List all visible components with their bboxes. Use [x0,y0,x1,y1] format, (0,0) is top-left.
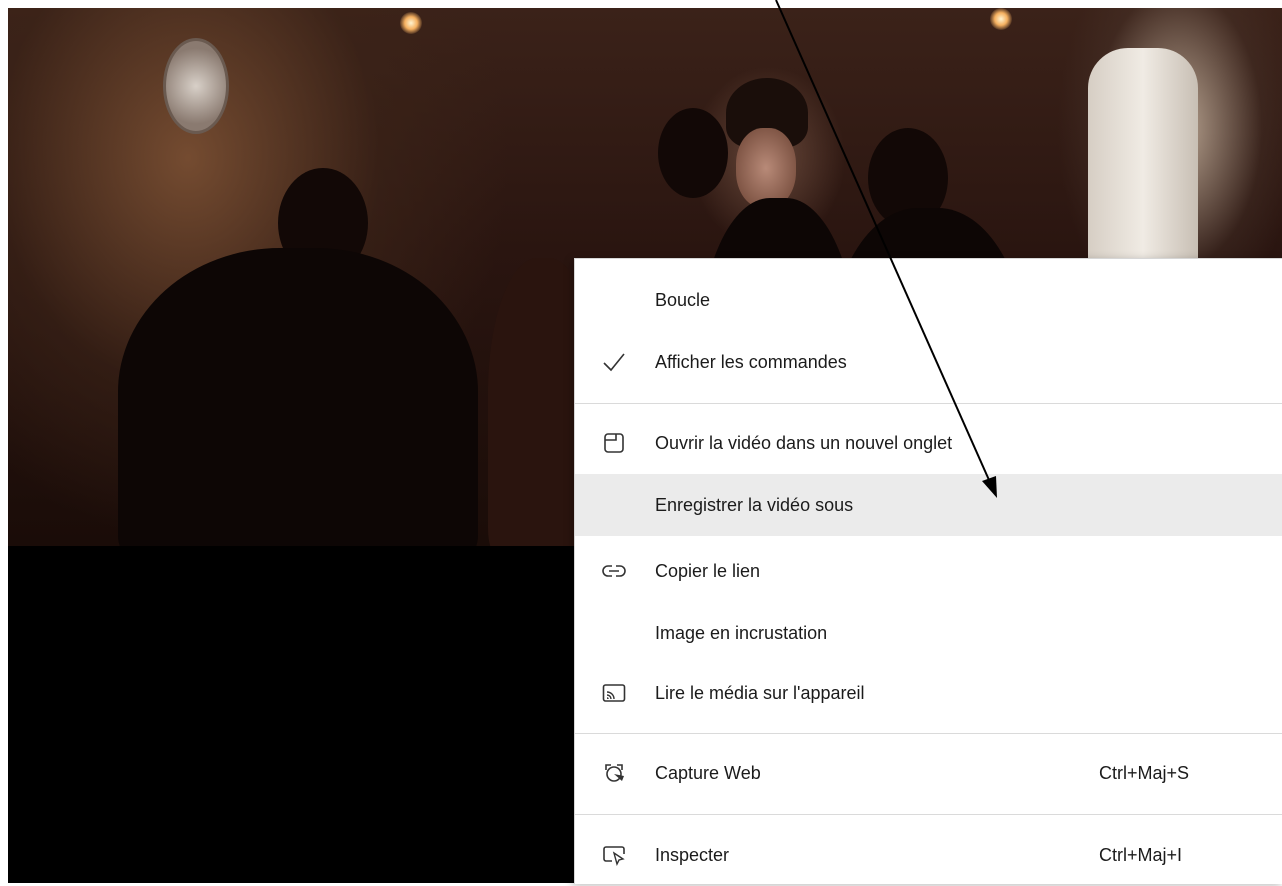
context-menu: Boucle Afficher les commandes Ouvrir la … [574,258,1282,884]
menu-item-copy-link[interactable]: Copier le lien [575,540,1282,602]
menu-item-label: Lire le média sur l'appareil [655,682,865,703]
audience-silhouette [118,248,478,546]
menu-separator [575,403,1282,404]
checkmark-icon [601,349,627,375]
menu-item-label: Enregistrer la vidéo sous [655,494,854,515]
menu-item-label: Afficher les commandes [655,351,847,372]
menu-item-cast-media[interactable]: Lire le média sur l'appareil [575,662,1282,724]
menu-item-label: Image en incrustation [655,622,828,643]
background-board [1088,48,1198,278]
inspect-icon [601,842,627,868]
menu-item-label: Ouvrir la vidéo dans un nouvel onglet [655,432,953,453]
menu-item-save-video-as[interactable]: Enregistrer la vidéo sous [575,474,1282,536]
woman-face [736,128,796,208]
menu-item-show-controls[interactable]: Afficher les commandes [575,331,1282,393]
menu-item-web-capture[interactable]: Capture Web Ctrl+Maj+S [575,742,1282,804]
stage-light [990,8,1012,30]
stage-light [400,12,422,34]
menu-item-label: Copier le lien [655,560,761,581]
menu-item-open-video-new-tab[interactable]: Ouvrir la vidéo dans un nouvel onglet [575,412,1282,474]
menu-item-label: Capture Web [655,762,761,783]
link-icon [601,558,627,584]
cast-icon [601,680,627,706]
menu-item-label: Inspecter [655,844,730,865]
menu-separator [575,814,1282,815]
menu-item-loop[interactable]: Boucle [575,269,1282,331]
audience-head [658,108,728,198]
new-tab-icon [601,430,627,456]
menu-item-label: Boucle [655,289,711,310]
web-capture-icon [601,760,627,786]
menu-item-picture-in-picture[interactable]: Image en incrustation [575,602,1282,664]
menu-item-inspect[interactable]: Inspecter Ctrl+Maj+I [575,824,1282,886]
menu-item-shortcut: Ctrl+Maj+I [1099,844,1183,865]
wall-plaque [163,38,229,134]
menu-separator [575,733,1282,734]
menu-item-shortcut: Ctrl+Maj+S [1099,762,1190,783]
